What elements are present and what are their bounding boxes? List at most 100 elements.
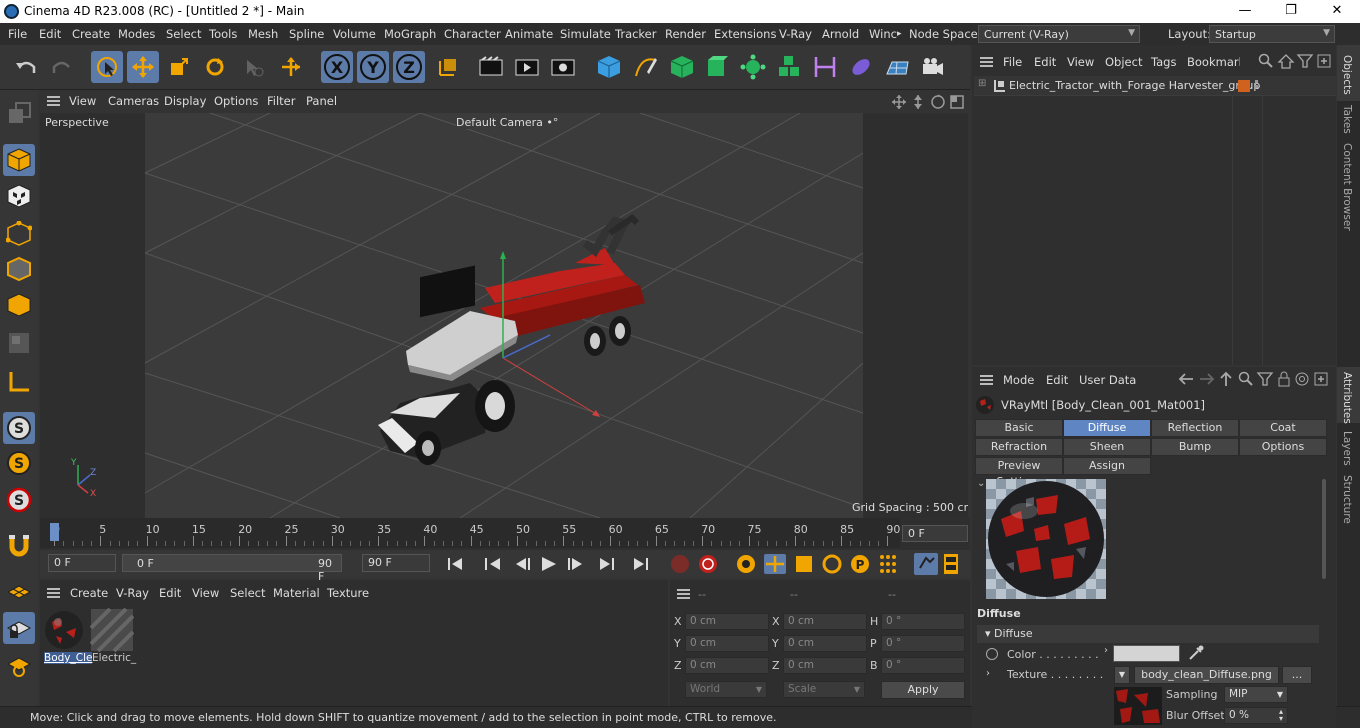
- obj-menu-edit[interactable]: Edit: [1034, 55, 1056, 69]
- side-tab-content-browser[interactable]: Content Browser: [1341, 143, 1353, 231]
- layout-select[interactable]: Startup ▼: [1209, 25, 1335, 43]
- hamburger-icon[interactable]: [47, 588, 60, 598]
- attr-menu-mode[interactable]: Mode: [1003, 373, 1034, 387]
- hamburger-icon[interactable]: [677, 589, 690, 599]
- side-tab-layers[interactable]: Layers: [1341, 431, 1353, 466]
- menu-spline[interactable]: Spline: [289, 27, 324, 41]
- stepper-icon[interactable]: ▴ ▾: [1279, 708, 1283, 723]
- obj-menu-tags[interactable]: Tags: [1151, 55, 1176, 69]
- recent-tools-icon[interactable]: [238, 51, 270, 83]
- side-tab-attributes[interactable]: Attributes: [1341, 372, 1353, 424]
- obj-menu-bookmarks[interactable]: Bookmarks: [1187, 55, 1240, 69]
- menu-create[interactable]: Create: [72, 27, 110, 41]
- cube-primitive-icon[interactable]: [593, 51, 625, 83]
- viewport-navigation-icons[interactable]: [891, 94, 965, 110]
- texture-mode-icon[interactable]: [3, 180, 35, 212]
- menu-extensions[interactable]: Extensions: [714, 27, 776, 41]
- obj-menu-object[interactable]: Object: [1105, 55, 1142, 69]
- eyedropper-icon[interactable]: [1188, 645, 1204, 664]
- side-tab-structure[interactable]: Structure: [1341, 475, 1353, 524]
- attr-menu-edit[interactable]: Edit: [1046, 373, 1068, 387]
- coordinate-system-icon[interactable]: [432, 51, 464, 83]
- snap-enable-icon[interactable]: S: [3, 412, 35, 444]
- menu-arnold[interactable]: Arnold: [822, 27, 859, 41]
- matmgr-menu-create[interactable]: Create: [70, 586, 108, 600]
- camera-object-icon[interactable]: [917, 51, 949, 83]
- tab-coat[interactable]: Coat: [1239, 419, 1327, 437]
- x-axis-lock-button[interactable]: X: [321, 51, 353, 83]
- workplane-align-icon[interactable]: [3, 648, 35, 680]
- viewport-menu-filter[interactable]: Filter: [267, 94, 295, 108]
- start-frame-field[interactable]: 0 F: [48, 554, 116, 572]
- layer-tag-color[interactable]: [1238, 80, 1250, 92]
- menu-simulate[interactable]: Simulate: [560, 27, 611, 41]
- perspective-viewport[interactable]: Perspective Default Camera •° Grid Spaci…: [40, 113, 968, 518]
- tab-refraction[interactable]: Refraction: [975, 438, 1063, 456]
- tab-assign[interactable]: Assign: [1063, 457, 1151, 475]
- make-editable-icon[interactable]: [3, 98, 35, 130]
- obj-menu-view[interactable]: View: [1067, 55, 1094, 69]
- pos-x-field[interactable]: 0 cm: [685, 613, 769, 630]
- texture-more-button[interactable]: ...: [1282, 666, 1312, 684]
- pen-spline-icon[interactable]: [630, 51, 662, 83]
- frame-range-slider[interactable]: 0 F 90 F: [122, 554, 342, 583]
- matmgr-menu-material[interactable]: Material: [273, 586, 320, 600]
- blur-offset-field[interactable]: 0 % ▴ ▾: [1224, 707, 1288, 724]
- undo-icon[interactable]: [10, 51, 42, 83]
- current-frame-field[interactable]: 0 F: [902, 525, 968, 542]
- extrude-generator-icon[interactable]: [701, 51, 733, 83]
- uv-mode-icon[interactable]: [3, 327, 35, 359]
- menu-mograph[interactable]: MoGraph: [384, 27, 436, 41]
- y-axis-lock-button[interactable]: Y: [357, 51, 389, 83]
- object-row[interactable]: ⊞ Electric_Tractor_with_Forage Harvester…: [974, 76, 1336, 96]
- color-expand-icon[interactable]: ›: [1104, 645, 1108, 656]
- close-button[interactable]: ✕: [1314, 0, 1360, 23]
- tab-bump[interactable]: Bump: [1151, 438, 1239, 456]
- material-swatch-electric[interactable]: Electric_: [89, 607, 136, 666]
- side-tab-objects[interactable]: Objects: [1341, 55, 1353, 95]
- menu-file[interactable]: File: [8, 27, 27, 41]
- material-swatch-body[interactable]: Body_Cle: [42, 608, 93, 666]
- axis-mode-icon[interactable]: [3, 366, 35, 398]
- menu-animate[interactable]: Animate: [505, 27, 553, 41]
- menu-render[interactable]: Render: [665, 27, 706, 41]
- transform-tool-icon[interactable]: [275, 51, 307, 83]
- tractor-model[interactable]: [378, 214, 645, 465]
- rot-h-field[interactable]: 0 °: [881, 613, 965, 630]
- viewport-menu-display[interactable]: Display: [164, 94, 206, 108]
- menu-mesh[interactable]: Mesh: [248, 27, 278, 41]
- rot-p-field[interactable]: 0 °: [881, 635, 965, 652]
- rotate-tool-icon[interactable]: [199, 51, 231, 83]
- size-x-field[interactable]: 0 cm: [783, 613, 867, 630]
- workplane-icon[interactable]: [3, 576, 35, 608]
- size-y-field[interactable]: 0 cm: [783, 635, 867, 652]
- rot-b-field[interactable]: 0 °: [881, 657, 965, 674]
- menu-vray[interactable]: V-Ray: [779, 27, 812, 41]
- polygons-mode-icon[interactable]: [3, 289, 35, 321]
- menu-more-arrow[interactable]: ▸: [897, 29, 902, 39]
- hamburger-icon[interactable]: [980, 57, 993, 67]
- model-mode-icon[interactable]: [3, 144, 35, 176]
- menu-tools[interactable]: Tools: [209, 27, 237, 41]
- tab-basic[interactable]: Basic: [975, 419, 1063, 437]
- end-frame-field[interactable]: 90 F: [362, 554, 430, 572]
- render-settings-icon[interactable]: [547, 51, 579, 83]
- transform-mode-select[interactable]: Scale ▼: [783, 681, 865, 698]
- render-view-icon[interactable]: [475, 51, 507, 83]
- tab-preview-settings[interactable]: Preview Settings: [975, 457, 1063, 488]
- floor-object-icon[interactable]: [881, 51, 913, 83]
- matmgr-menu-view[interactable]: View: [192, 586, 219, 600]
- menu-edit[interactable]: Edit: [39, 27, 61, 41]
- scale-tool-icon[interactable]: [163, 51, 195, 83]
- pos-z-field[interactable]: 0 cm: [685, 657, 769, 674]
- mograph-array-icon[interactable]: [773, 51, 805, 83]
- hamburger-icon[interactable]: [980, 375, 993, 385]
- edges-mode-icon[interactable]: [3, 253, 35, 285]
- expand-icon[interactable]: ⊞: [978, 78, 986, 89]
- tab-reflection[interactable]: Reflection: [1151, 419, 1239, 437]
- maximize-button[interactable]: ❐: [1268, 0, 1314, 23]
- solo-mode-icon[interactable]: S: [3, 484, 35, 516]
- sampling-select[interactable]: MIP ▼: [1224, 686, 1288, 703]
- visibility-dots-icon[interactable]: [1255, 80, 1258, 83]
- texture-expand-icon[interactable]: ›: [986, 668, 990, 679]
